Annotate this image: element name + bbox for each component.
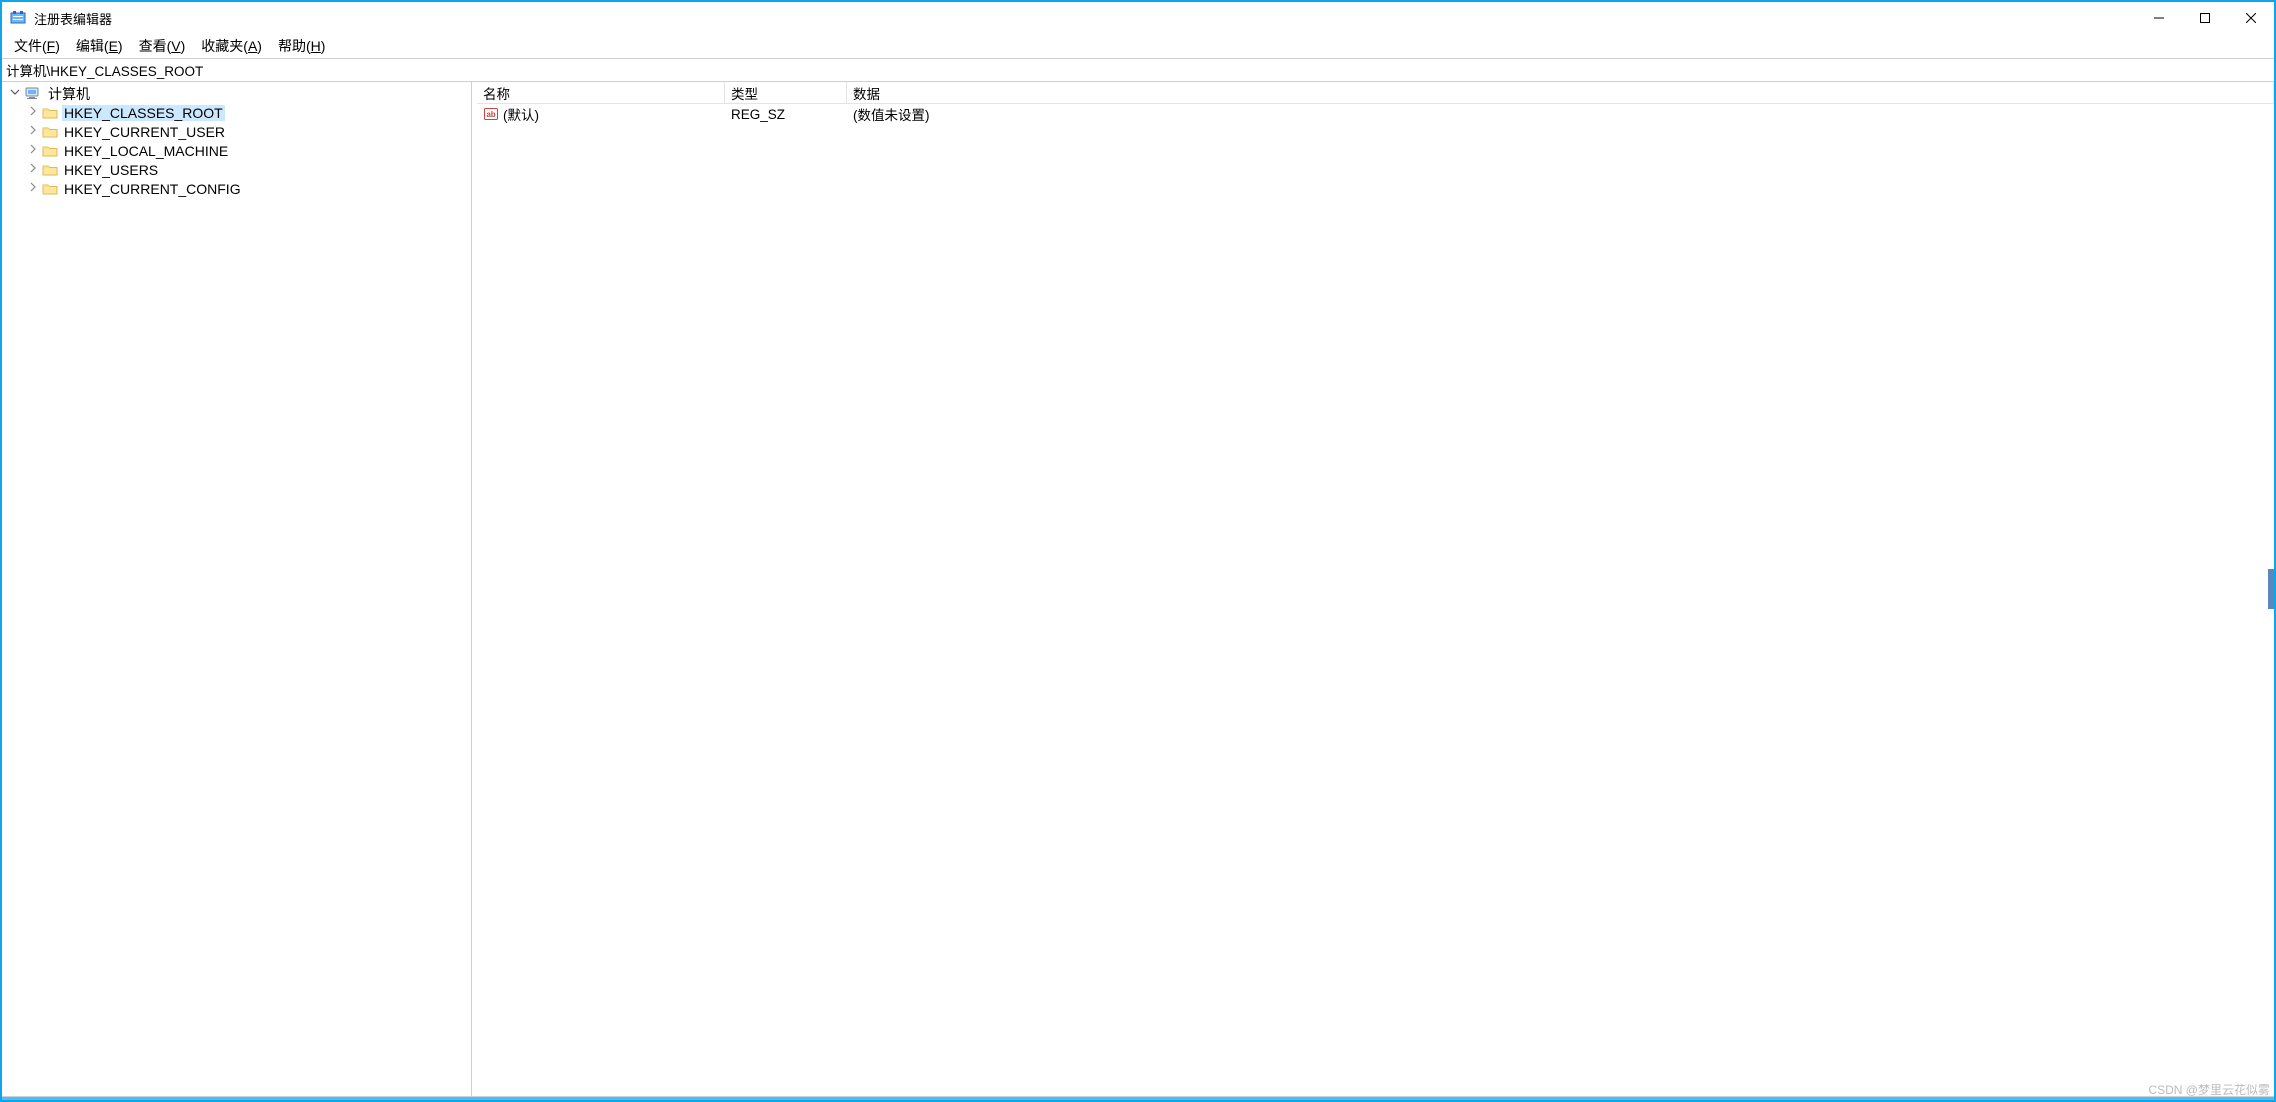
- window-controls: [2136, 2, 2274, 34]
- tree-hive-label: HKEY_LOCAL_MACHINE: [62, 143, 230, 159]
- content: 计算机 HKEY_CLASSES_ROOTHKEY_CURRENT_USERHK…: [2, 82, 2274, 1096]
- menu-fav-accel: A: [248, 38, 257, 54]
- menu-edit-pre: 编辑(: [76, 38, 109, 54]
- svg-text:ab: ab: [486, 110, 495, 119]
- menu-edit-accel: E: [109, 38, 118, 54]
- folder-icon: [42, 106, 58, 120]
- folder-icon: [42, 163, 58, 177]
- column-header-name-label: 名称: [483, 83, 510, 103]
- expand-icon[interactable]: [26, 182, 40, 195]
- column-header-data[interactable]: 数据: [847, 82, 2274, 103]
- menu-help-pre: 帮助(: [278, 38, 311, 54]
- tree-hive[interactable]: HKEY_CURRENT_USER: [2, 122, 471, 141]
- value-name-label: (默认): [503, 104, 539, 124]
- expand-icon[interactable]: [26, 144, 40, 157]
- tree-root-label: 计算机: [46, 84, 92, 104]
- menu-favorites[interactable]: 收藏夹(A): [193, 34, 270, 58]
- tree-hive-label: HKEY_CLASSES_ROOT: [62, 105, 225, 121]
- menu-fav-pre: 收藏夹(: [201, 38, 248, 54]
- column-header-data-label: 数据: [853, 83, 880, 103]
- registry-tree: 计算机 HKEY_CLASSES_ROOTHKEY_CURRENT_USERHK…: [2, 84, 471, 198]
- tree-hive[interactable]: HKEY_LOCAL_MACHINE: [2, 141, 471, 160]
- menu-view-pre: 查看(: [139, 38, 172, 54]
- expand-icon[interactable]: [26, 163, 40, 176]
- column-header-type-label: 类型: [731, 83, 758, 103]
- column-header-name[interactable]: 名称: [477, 82, 725, 103]
- maximize-button[interactable]: [2182, 2, 2228, 34]
- tree-hive-label: HKEY_USERS: [62, 162, 160, 178]
- menu-view[interactable]: 查看(V): [131, 34, 194, 58]
- titlebar-left: 注册表编辑器: [2, 9, 112, 28]
- list-panel: 名称 类型 数据 ab (默认) REG_SZ(数值未设置): [477, 82, 2274, 1096]
- menu-file-pre: 文件(: [14, 38, 47, 54]
- menu-file[interactable]: 文件(F): [6, 34, 68, 58]
- menubar: 文件(F) 编辑(E) 查看(V) 收藏夹(A) 帮助(H): [2, 34, 2274, 58]
- column-header-type[interactable]: 类型: [725, 82, 847, 103]
- menu-view-post: ): [181, 38, 186, 54]
- tree-hive[interactable]: HKEY_CLASSES_ROOT: [2, 103, 471, 122]
- menu-file-post: ): [55, 38, 60, 54]
- minimize-icon: [2154, 13, 2164, 23]
- tree-root-computer[interactable]: 计算机: [2, 84, 471, 103]
- menu-edit-post: ): [118, 38, 123, 54]
- close-icon: [2246, 13, 2256, 23]
- maximize-icon: [2200, 13, 2210, 23]
- collapse-icon[interactable]: [8, 87, 22, 100]
- tree-hive-label: HKEY_CURRENT_CONFIG: [62, 181, 243, 197]
- menu-file-accel: F: [47, 38, 56, 54]
- computer-icon: [24, 87, 42, 101]
- menu-view-accel: V: [171, 38, 180, 54]
- minimize-button[interactable]: [2136, 2, 2182, 34]
- menu-fav-post: ): [257, 38, 262, 54]
- value-data-cell: (数值未设置): [847, 104, 2274, 124]
- menu-help-post: ): [321, 38, 326, 54]
- regedit-app-icon: [10, 10, 26, 26]
- expand-icon[interactable]: [26, 106, 40, 119]
- value-name-cell: ab (默认): [477, 104, 725, 124]
- string-value-icon: ab: [483, 106, 499, 122]
- taskbar-accent: [2, 1096, 2274, 1100]
- menu-help-accel: H: [311, 38, 321, 54]
- addressbar: [2, 58, 2274, 82]
- close-button[interactable]: [2228, 2, 2274, 34]
- tree-hives: HKEY_CLASSES_ROOT HKEY_CURRENT_USER HKEY_L…: [2, 103, 471, 198]
- folder-icon: [42, 182, 58, 196]
- folder-icon: [42, 144, 58, 158]
- tree-hive-label: HKEY_CURRENT_USER: [62, 124, 227, 140]
- titlebar: 注册表编辑器: [2, 2, 2274, 34]
- value-type-cell: REG_SZ: [725, 107, 847, 122]
- value-row[interactable]: ab (默认) REG_SZ(数值未设置): [477, 104, 2274, 124]
- scrollbar-thumb[interactable]: [2268, 569, 2274, 609]
- registry-editor-window: 注册表编辑器 文件(F) 编辑(E) 查看(V) 收藏夹(A) 帮助(H): [0, 0, 2276, 1102]
- list-header: 名称 类型 数据: [477, 82, 2274, 104]
- folder-icon: [42, 125, 58, 139]
- tree-hive[interactable]: HKEY_USERS: [2, 160, 471, 179]
- menu-edit[interactable]: 编辑(E): [68, 34, 131, 58]
- tree-hive[interactable]: HKEY_CURRENT_CONFIG: [2, 179, 471, 198]
- window-title: 注册表编辑器: [34, 9, 112, 28]
- tree-panel[interactable]: 计算机 HKEY_CLASSES_ROOTHKEY_CURRENT_USERHK…: [2, 82, 472, 1096]
- list-body[interactable]: ab (默认) REG_SZ(数值未设置): [477, 104, 2274, 1096]
- menu-help[interactable]: 帮助(H): [270, 34, 333, 58]
- expand-icon[interactable]: [26, 125, 40, 138]
- address-input[interactable]: [2, 59, 2274, 81]
